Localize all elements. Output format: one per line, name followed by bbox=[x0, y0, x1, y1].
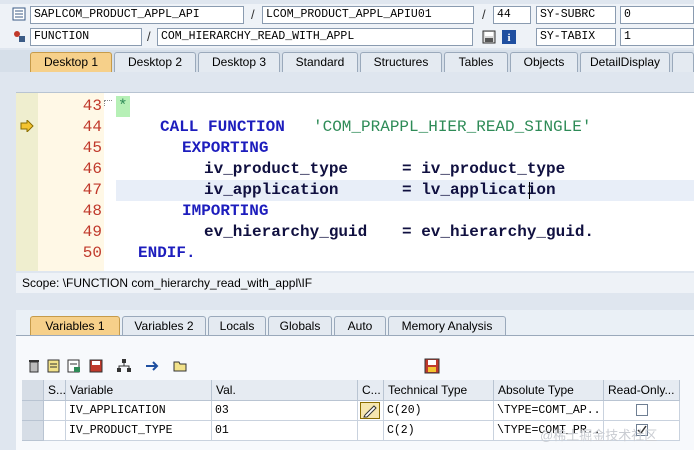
sysvar2-name-field[interactable]: SY-TABIX bbox=[536, 28, 616, 46]
line-number-field[interactable]: 44 bbox=[493, 6, 531, 24]
read-only-checkbox bbox=[636, 404, 648, 416]
row-status-cell bbox=[44, 401, 66, 421]
row-status-cell bbox=[44, 421, 66, 441]
hierarchy-icon[interactable] bbox=[116, 358, 132, 374]
watermark: @稀土掘金技术社区 bbox=[540, 428, 658, 443]
function-name-field[interactable]: COM_HIERARCHY_READ_WITH_APPL bbox=[157, 28, 473, 46]
row-selector[interactable] bbox=[22, 421, 44, 441]
function-icon bbox=[12, 29, 26, 43]
tab-memory-analysis[interactable]: Memory Analysis bbox=[388, 316, 506, 335]
line-number: 44 bbox=[82, 118, 102, 136]
line-number: 45 bbox=[82, 139, 102, 157]
separator: / bbox=[482, 7, 486, 22]
line-number: 43 bbox=[82, 97, 102, 115]
variable-value-cell[interactable]: 01 bbox=[212, 421, 358, 441]
code-value: = iv_product_type bbox=[402, 160, 566, 178]
tab-structures[interactable]: Structures bbox=[360, 52, 442, 72]
svg-text:i: i bbox=[507, 32, 510, 44]
tab-auto[interactable]: Auto bbox=[334, 316, 386, 335]
code-comment: * bbox=[116, 96, 130, 117]
code-keyword: CALL FUNCTION bbox=[160, 118, 285, 136]
code-parameter: iv_application bbox=[204, 181, 339, 199]
column-header-technical-type[interactable]: Technical Type bbox=[384, 380, 494, 401]
line-number: 48 bbox=[82, 202, 102, 220]
tab-objects[interactable]: Objects bbox=[510, 52, 578, 72]
save-icon[interactable] bbox=[88, 358, 104, 374]
separator: / bbox=[251, 7, 255, 22]
object-type-field[interactable]: FUNCTION bbox=[30, 28, 142, 46]
source-editor[interactable]: 43 * 44 CALL FUNCTION 'COM_PRAPPL_HIER_R… bbox=[16, 92, 694, 271]
navigate-icon[interactable] bbox=[144, 358, 160, 374]
save-variant-icon[interactable] bbox=[482, 30, 496, 44]
variable-value-cell[interactable]: 03 bbox=[212, 401, 358, 421]
technical-type-cell: C(2) bbox=[384, 421, 494, 441]
code-value: = lv_application bbox=[402, 181, 556, 199]
column-header-absolute-type[interactable]: Absolute Type bbox=[494, 380, 604, 401]
tab-standard[interactable]: Standard bbox=[282, 52, 358, 72]
text-cursor bbox=[529, 182, 530, 199]
variable-name-cell[interactable]: IV_PRODUCT_TYPE bbox=[66, 421, 212, 441]
technical-type-cell: C(20) bbox=[384, 401, 494, 421]
tab-globals[interactable]: Globals bbox=[268, 316, 332, 335]
tab-tables[interactable]: Tables bbox=[444, 52, 508, 72]
tab-locals[interactable]: Locals bbox=[208, 316, 266, 335]
tab-detail-display[interactable]: DetailDisplay bbox=[580, 52, 670, 72]
fold-marker[interactable] bbox=[104, 100, 112, 106]
scope-status: Scope: \FUNCTION com_hierarchy_read_with… bbox=[16, 273, 694, 293]
column-select-all[interactable] bbox=[22, 380, 44, 401]
include-name-field[interactable]: LCOM_PRODUCT_APPL_APIU01 bbox=[262, 6, 474, 24]
column-header-value[interactable]: Val. bbox=[212, 380, 358, 401]
tab-desktop-2[interactable]: Desktop 2 bbox=[114, 52, 196, 72]
code-parameter: ev_hierarchy_guid bbox=[204, 223, 368, 241]
delete-icon[interactable] bbox=[26, 358, 42, 374]
change-cell[interactable] bbox=[358, 401, 384, 421]
program-icon bbox=[12, 7, 26, 21]
line-number: 47 bbox=[82, 181, 102, 199]
code-keyword: IMPORTING bbox=[182, 202, 269, 220]
column-header-variable[interactable]: Variable bbox=[66, 380, 212, 401]
separator: / bbox=[147, 29, 151, 44]
row-selector[interactable] bbox=[22, 401, 44, 421]
folder-icon[interactable] bbox=[172, 358, 188, 374]
line-number: 50 bbox=[82, 244, 102, 262]
code-keyword: EXPORTING bbox=[182, 139, 269, 157]
save-layout-icon[interactable] bbox=[424, 358, 440, 374]
change-cell[interactable] bbox=[358, 421, 384, 441]
column-header-status[interactable]: S... bbox=[44, 380, 66, 401]
line-number: 46 bbox=[82, 160, 102, 178]
code-keyword: ENDIF. bbox=[138, 244, 196, 262]
line-number: 49 bbox=[82, 223, 102, 241]
program-name-field[interactable]: SAPLCOM_PRODUCT_APPL_API bbox=[30, 6, 244, 24]
tab-variables-1[interactable]: Variables 1 bbox=[30, 316, 120, 335]
column-header-read-only[interactable]: Read-Only... bbox=[604, 380, 680, 401]
code-string: 'COM_PRAPPL_HIER_READ_SINGLE' bbox=[313, 118, 592, 136]
sysvar2-value-field[interactable]: 1 bbox=[620, 28, 694, 46]
info-icon[interactable]: i bbox=[502, 30, 516, 44]
variable-name-cell[interactable]: IV_APPLICATION bbox=[66, 401, 212, 421]
code-value: = ev_hierarchy_guid. bbox=[402, 223, 595, 241]
sysvar-name-field[interactable]: SY-SUBRC bbox=[536, 6, 616, 24]
tab-variables-2[interactable]: Variables 2 bbox=[122, 316, 206, 335]
current-statement-arrow-icon bbox=[20, 118, 34, 134]
read-only-cell bbox=[604, 401, 680, 421]
column-header-change[interactable]: C... bbox=[358, 380, 384, 401]
sysvar-value-field[interactable]: 0 bbox=[620, 6, 694, 24]
tab-desktop-3[interactable]: Desktop 3 bbox=[198, 52, 280, 72]
absolute-type-cell: \TYPE=COMT_AP... bbox=[494, 401, 604, 421]
tab-desktop-1[interactable]: Desktop 1 bbox=[30, 52, 112, 72]
code-parameter: iv_product_type bbox=[204, 160, 349, 178]
tab-more[interactable] bbox=[672, 52, 694, 72]
pencil-edit-icon[interactable] bbox=[360, 402, 380, 419]
detail-view-icon[interactable] bbox=[46, 358, 62, 374]
change-value-icon[interactable] bbox=[66, 358, 82, 374]
